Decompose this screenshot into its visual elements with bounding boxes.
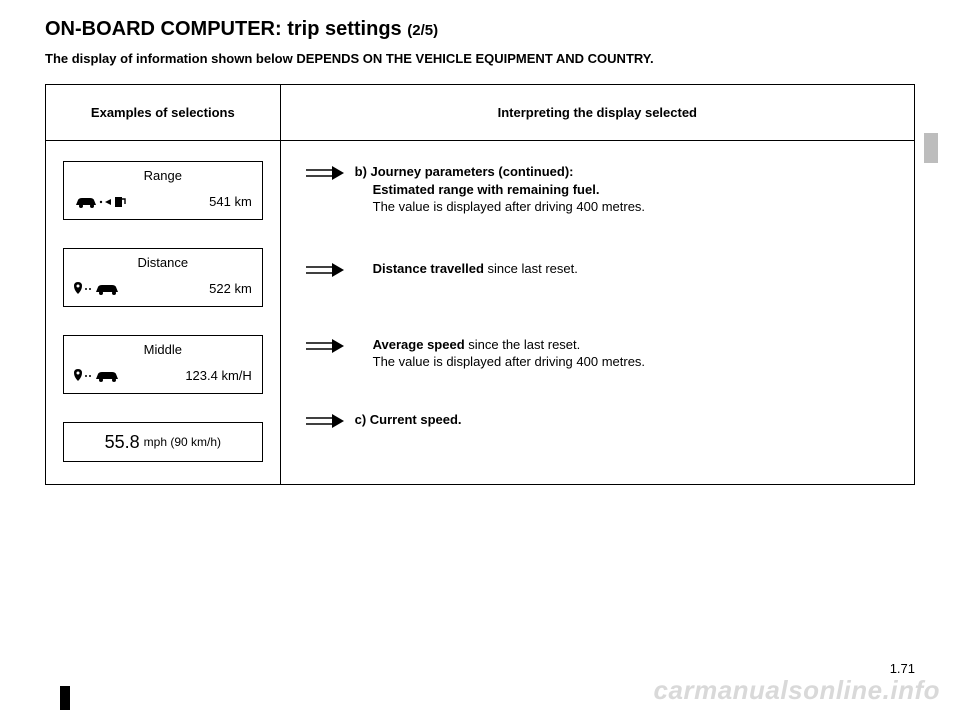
- header-interpreting: Interpreting the display selected: [280, 85, 914, 141]
- arrow-right-icon: [304, 338, 344, 354]
- speed-unit: mph (90 km/h): [144, 435, 221, 449]
- interpret-heading: b) Journey parameters (continued):: [355, 163, 645, 181]
- display-label: Range: [74, 168, 252, 183]
- watermark: carmanualsonline.info: [654, 675, 940, 706]
- display-value: 522 km: [209, 281, 252, 296]
- interpret-heading: c) Current speed.: [355, 411, 462, 429]
- display-box-middle: Middle 123.4 km/H: [63, 335, 263, 394]
- interpret-text: since last reset.: [488, 261, 578, 276]
- display-box-distance: Distance 522 km: [63, 248, 263, 307]
- arrow-right-icon: [304, 413, 344, 429]
- display-label: Distance: [74, 255, 252, 270]
- arrow-right-icon: [304, 165, 344, 181]
- interpreting-cell: b) Journey parameters (continued): Estim…: [280, 141, 914, 485]
- pin-car-icon: [74, 367, 128, 383]
- speed-value: 55.8: [105, 432, 140, 453]
- display-value: 123.4 km/H: [185, 368, 251, 383]
- interpret-text: since the last reset.: [468, 337, 580, 352]
- interpret-row: Average speed since the last reset. The …: [293, 336, 902, 371]
- interpret-text: The value is displayed after driving 400…: [373, 199, 645, 214]
- title-main: ON-BOARD COMPUTER: trip settings: [45, 18, 402, 40]
- page-number: 1.71: [890, 661, 915, 676]
- interpret-bold: Distance travelled: [373, 261, 488, 276]
- display-value: 541 km: [209, 194, 252, 209]
- corner-mark: [60, 686, 70, 710]
- car-fuel-icon: [74, 193, 128, 209]
- header-examples: Examples of selections: [46, 85, 281, 141]
- interpret-text: The value is displayed after driving 400…: [373, 354, 645, 369]
- interpret-bold: Estimated range with remaining fuel.: [373, 182, 600, 197]
- subtitle: The display of information shown below D…: [45, 51, 915, 66]
- display-box-speed: 55.8 mph (90 km/h): [63, 422, 263, 462]
- settings-table: Examples of selections Interpreting the …: [45, 84, 915, 485]
- arrow-right-icon: [304, 262, 344, 278]
- pin-car-icon: [74, 280, 128, 296]
- interpret-row: c) Current speed.: [293, 411, 902, 429]
- page-title: ON-BOARD COMPUTER: trip settings (2/5): [45, 18, 915, 41]
- examples-cell: Range 541 km: [46, 141, 281, 485]
- display-box-range: Range 541 km: [63, 161, 263, 220]
- interpret-row: b) Journey parameters (continued): Estim…: [293, 163, 902, 216]
- interpret-bold: Average speed: [373, 337, 469, 352]
- side-tab: [924, 133, 938, 163]
- display-label: Middle: [74, 342, 252, 357]
- title-sub: (2/5): [407, 22, 438, 39]
- interpret-row: Distance travelled since last reset.: [293, 260, 902, 278]
